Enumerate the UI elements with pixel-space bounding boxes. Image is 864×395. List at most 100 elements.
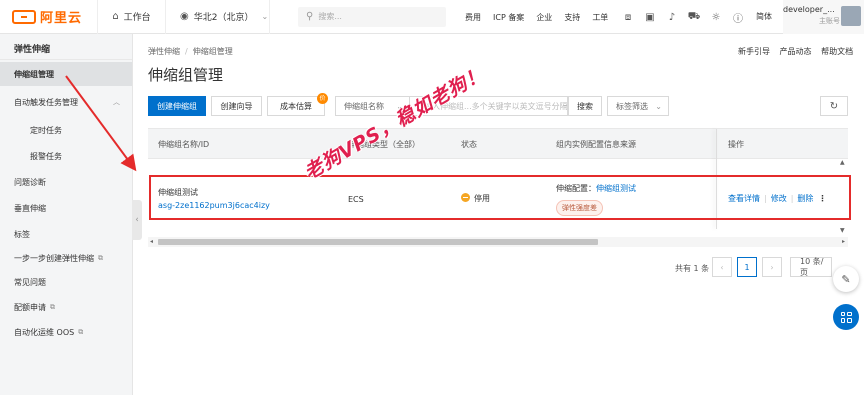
sidebar-item-label: 常见问题: [14, 277, 46, 287]
top-links: 费用 ICP 备案 企业 支持 工单: [465, 0, 620, 34]
search-placeholder: 搜索...: [318, 12, 342, 21]
scroll-left-arrow[interactable]: ◂: [150, 237, 153, 247]
aliyun-logo[interactable]: 阿里云: [0, 0, 98, 34]
header-config-source: 组内实例配置信息来源: [556, 140, 636, 149]
chevron-right-icon: ›: [770, 262, 774, 272]
header-name-id: 伸缩组名称/ID: [158, 140, 210, 149]
sidebar-item-diagnosis[interactable]: 问题诊断: [0, 170, 132, 194]
sidebar-title: 弹性伸缩: [0, 34, 132, 60]
feedback-edit-button[interactable]: ✎: [833, 266, 859, 292]
scroll-down-arrow[interactable]: ▼: [840, 227, 845, 234]
breadcrumb-item[interactable]: 弹性伸缩: [148, 47, 180, 56]
scroll-up-arrow[interactable]: ▲: [840, 159, 845, 166]
refresh-button[interactable]: ↻: [820, 96, 848, 116]
sidebar-item-label: 配额申请: [14, 302, 46, 312]
top-icon-group: ⧈ ▣ ♪ ⛟ ☼ ⓘ: [617, 0, 749, 34]
scrollbar-thumb[interactable]: [158, 239, 598, 245]
top-link-support[interactable]: 支持: [564, 12, 580, 23]
create-wizard-button[interactable]: 创建向导: [211, 96, 262, 116]
top-link-icp[interactable]: ICP 备案: [493, 12, 524, 23]
scroll-right-arrow[interactable]: ▸: [842, 237, 845, 247]
sidebar-item-scheduled-tasks[interactable]: 定时任务: [0, 118, 132, 142]
pager-next-button[interactable]: ›: [762, 257, 782, 277]
chevron-up-icon: ︿: [113, 98, 120, 106]
sidebar-item-label: 问题诊断: [14, 177, 46, 187]
table-header: 伸缩组名称/ID 伸缩组类型（全部） 状态 组内实例配置信息来源 操作: [148, 129, 848, 159]
create-scaling-group-button[interactable]: 创建伸缩组: [148, 96, 206, 116]
sidebar-item-label: 报警任务: [30, 151, 62, 161]
top-link-enterprise[interactable]: 企业: [536, 12, 552, 23]
annotation-highlight-box: [149, 175, 851, 220]
language-switch[interactable]: 简体: [756, 11, 772, 22]
sidebar-item-label: 定时任务: [30, 125, 62, 135]
cost-badge: 价: [317, 93, 328, 104]
global-search-input[interactable]: ⚲ 搜索...: [298, 6, 446, 27]
help-icon[interactable]: ⓘ: [727, 10, 749, 25]
aliyun-logo-icon: [12, 9, 36, 24]
chevron-down-icon: ⌄: [261, 12, 269, 21]
logo-text: 阿里云: [40, 11, 83, 26]
help-link-docs[interactable]: 帮助文档: [821, 47, 853, 56]
sidebar-item-label: 一步一步创建弹性伸缩: [14, 253, 94, 263]
cloud-shell-icon[interactable]: ⧈: [617, 12, 639, 23]
search-icon: ⚲: [306, 11, 314, 22]
workspace-button[interactable]: ⌂ 工作台: [98, 0, 166, 34]
pager-total: 共有 1 条: [675, 264, 710, 273]
quick-apps-button[interactable]: [833, 304, 859, 330]
pager-prev-button[interactable]: ‹: [712, 257, 732, 277]
refresh-icon: ↻: [829, 100, 839, 112]
header-status: 状态: [461, 140, 477, 149]
sidebar-item-tags[interactable]: 标签: [0, 222, 132, 246]
tag-filter-label: 标签筛选: [616, 101, 648, 111]
chevron-down-icon: ⌄: [655, 101, 662, 111]
message-icon[interactable]: ▣: [639, 12, 661, 23]
sidebar: 弹性伸缩 伸缩组管理 自动触发任务管理 ︿ 定时任务 报警任务 问题诊断 垂直伸…: [0, 34, 133, 395]
pencil-icon: ✎: [841, 272, 851, 286]
horizontal-scrollbar[interactable]: ◂ ▸: [148, 237, 848, 247]
breadcrumb-item: 伸缩组管理: [192, 47, 233, 56]
sidebar-item-scaling-groups[interactable]: 伸缩组管理: [0, 62, 132, 86]
sidebar-collapse-toggle[interactable]: ‹: [132, 200, 142, 240]
sidebar-item-step-guide[interactable]: 一步一步创建弹性伸缩 ⧉: [0, 246, 132, 270]
sidebar-item-alarm-tasks[interactable]: 报警任务: [0, 144, 132, 168]
top-link-billing[interactable]: 费用: [465, 12, 481, 23]
sidebar-item-quota[interactable]: 配额申请 ⧉: [0, 295, 132, 319]
location-icon: ◉: [180, 11, 189, 22]
help-link-guide[interactable]: 新手引导: [738, 47, 770, 56]
avatar: [841, 6, 861, 26]
home-icon: ⌂: [112, 11, 119, 22]
sidebar-item-label: 标签: [14, 229, 30, 239]
bell-icon[interactable]: ♪: [661, 12, 683, 23]
sidebar-item-faq[interactable]: 常见问题: [0, 270, 132, 294]
sidebar-item-oos[interactable]: 自动化运维 OOS ⧉: [0, 320, 132, 344]
help-links: 新手引导 产品动态 帮助文档: [738, 46, 860, 57]
page-size-select[interactable]: 10 条/页: [790, 257, 832, 277]
pager-page-button[interactable]: 1: [737, 257, 757, 277]
grid-icon: [840, 311, 852, 323]
sidebar-item-label: 自动化运维 OOS: [14, 327, 75, 337]
sidebar-item-label: 伸缩组管理: [14, 69, 54, 79]
cost-estimate-label: 成本估算: [280, 101, 312, 111]
external-link-icon: ⧉: [98, 253, 103, 262]
cost-estimate-button[interactable]: 成本估算 价: [267, 93, 328, 116]
workspace-label: 工作台: [123, 13, 151, 23]
sidebar-item-auto-tasks[interactable]: 自动触发任务管理 ︿: [0, 90, 132, 114]
chevron-left-icon: ‹: [720, 262, 724, 272]
user-account-menu[interactable]: developer_... 主账号: [783, 0, 864, 34]
region-label: 华北2（北京）: [193, 13, 254, 23]
region-selector[interactable]: ◉ 华北2（北京） ⌄: [166, 0, 270, 34]
sidebar-item-vertical-scaling[interactable]: 垂直伸缩: [0, 196, 132, 220]
sidebar-item-label: 垂直伸缩: [14, 203, 46, 213]
external-link-icon: ⧉: [50, 302, 55, 311]
top-link-ticket[interactable]: 工单: [592, 12, 608, 23]
search-field-label: 伸缩组名称: [344, 101, 384, 111]
lightbulb-icon[interactable]: ☼: [705, 12, 727, 23]
breadcrumb: 弹性伸缩 / 伸缩组管理: [148, 47, 233, 56]
search-button[interactable]: 搜索: [568, 96, 602, 116]
page-title: 伸缩组管理: [148, 66, 224, 84]
tag-filter-select[interactable]: 标签筛选 ⌄: [607, 96, 669, 116]
cart-icon[interactable]: ⛟: [683, 11, 705, 24]
header-actions: 操作: [728, 140, 744, 149]
help-link-news[interactable]: 产品动态: [780, 47, 812, 56]
sidebar-item-label: 自动触发任务管理: [14, 97, 78, 107]
